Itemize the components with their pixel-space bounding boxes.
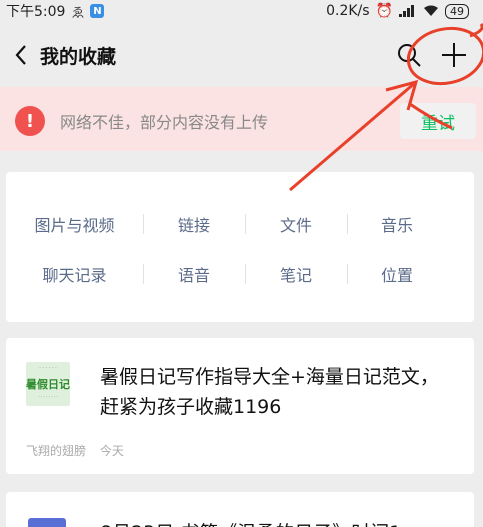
alarm-icon: ⏰: [375, 3, 393, 19]
favorite-date: 今天: [99, 444, 124, 458]
alert-message: 网络不佳，部分内容没有上传: [60, 113, 269, 132]
thumbnail-decoration: · · · · · ·: [39, 365, 57, 371]
nav-bar: 我的收藏: [0, 30, 483, 80]
network-speed: 0.2K/s: [326, 3, 370, 19]
signal-icon: [399, 5, 414, 17]
status-bar: 下午5:09 ゑ N 0.2K/s ⏰ 49: [0, 0, 483, 22]
favorite-meta: 飞翔的翅膀 今天: [26, 442, 134, 459]
favorite-title: 8月23日 书籍《温柔的日子》时间1: [100, 518, 401, 527]
favorite-thumbnail: · · · · · · 暑假日记 · · · · · · · ·: [26, 362, 70, 406]
status-right: 0.2K/s ⏰ 49: [326, 3, 469, 19]
thumbnail-title: 暑假日记: [26, 378, 70, 391]
notification-icon: ゑ: [71, 5, 85, 21]
retry-button[interactable]: 重试: [400, 103, 476, 139]
status-left: 下午5:09 ゑ N: [6, 1, 105, 21]
thumbnail-decoration: · · · · · · · ·: [38, 394, 58, 399]
category-notes[interactable]: 笔记: [245, 258, 347, 290]
back-icon[interactable]: [10, 40, 34, 70]
category-files[interactable]: 文件: [245, 208, 347, 240]
network-alert-bar: ! 网络不佳，部分内容没有上传 重试: [0, 87, 483, 151]
category-location[interactable]: 位置: [347, 258, 447, 290]
favorite-source: 飞翔的翅膀: [26, 444, 87, 458]
category-images-videos[interactable]: 图片与视频: [6, 208, 143, 240]
category-voice[interactable]: 语音: [143, 258, 245, 290]
search-icon[interactable]: [396, 42, 422, 68]
category-row: 图片与视频 链接 文件 音乐: [6, 208, 474, 240]
battery-indicator: 49: [445, 3, 469, 19]
document-icon: [28, 518, 66, 527]
status-time: 下午5:09: [6, 4, 66, 20]
app-badge-icon: N: [90, 4, 105, 18]
wifi-icon: [424, 5, 438, 16]
favorite-item[interactable]: · · · · · · 暑假日记 · · · · · · · · 暑假日记写作指…: [6, 338, 474, 474]
category-music[interactable]: 音乐: [347, 208, 447, 240]
favorite-item[interactable]: 8月23日 书籍《温柔的日子》时间1: [6, 492, 474, 527]
category-links[interactable]: 链接: [143, 208, 245, 240]
exclamation-icon: !: [15, 106, 45, 136]
plus-icon[interactable]: [440, 41, 468, 69]
category-card: 图片与视频 链接 文件 音乐 聊天记录 语音 笔记 位置: [6, 172, 474, 322]
category-chat-history[interactable]: 聊天记录: [6, 258, 143, 290]
favorite-title: 暑假日记写作指导大全+海量日记范文，赶紧为孩子收藏1196: [100, 366, 439, 418]
category-row: 聊天记录 语音 笔记 位置: [6, 258, 474, 290]
page-title: 我的收藏: [40, 46, 117, 68]
